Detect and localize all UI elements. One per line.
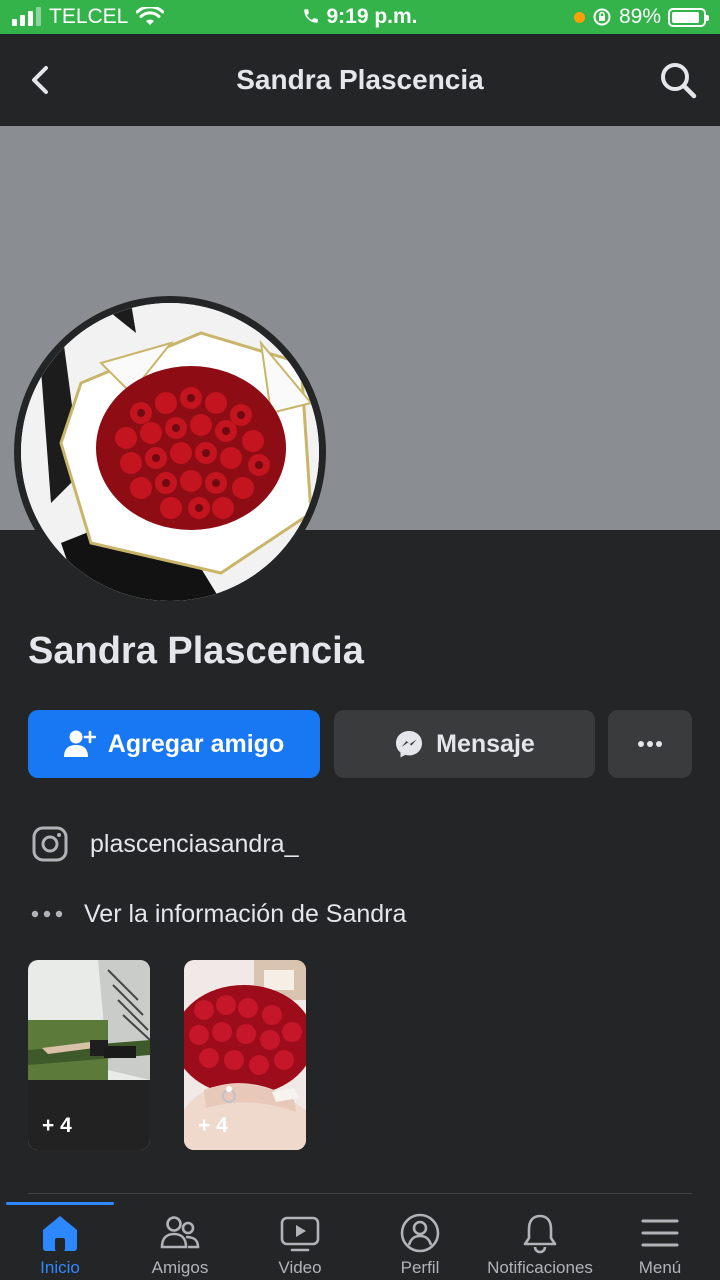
mic-indicator-icon <box>573 11 585 23</box>
tab-label: Notificaciones <box>487 1258 593 1277</box>
status-bar: TELCEL 9:19 p.m. 89% <box>0 0 720 34</box>
featured-highlights: + 4 + 4 <box>28 960 306 1150</box>
messenger-icon <box>396 731 423 758</box>
tab-home[interactable]: Inicio <box>0 1202 120 1280</box>
tab-label: Amigos <box>151 1258 209 1277</box>
highlight-card[interactable]: + 4 <box>184 960 306 1150</box>
friends-icon <box>160 1216 200 1249</box>
add-friend-label: Agregar amigo <box>107 729 285 758</box>
page-title: Sandra Plascencia <box>236 64 484 95</box>
status-right: 89% <box>573 5 709 29</box>
profile-actions: Agregar amigo Mensaje <box>28 710 692 778</box>
add-friend-button[interactable]: Agregar amigo <box>28 710 320 778</box>
message-label: Mensaje <box>436 729 535 758</box>
profile-avatar[interactable] <box>14 296 326 608</box>
rotation-lock-icon <box>593 8 611 26</box>
video-icon <box>280 1216 320 1252</box>
bell-icon <box>523 1214 557 1254</box>
tab-label: Inicio <box>40 1258 80 1277</box>
more-dots-icon <box>638 741 662 747</box>
menu-icon <box>641 1219 679 1247</box>
instagram-link[interactable]: plascenciasandra_ <box>30 824 298 864</box>
highlight-count: + 4 <box>198 1114 228 1137</box>
battery-icon <box>668 7 709 27</box>
bottom-tab-bar: Inicio Amigos Video Perfil Notificacione… <box>0 1202 720 1280</box>
instagram-handle: plascenciasandra_ <box>90 829 299 858</box>
home-icon <box>43 1216 77 1251</box>
more-options-button[interactable] <box>608 710 692 778</box>
profile-name: Sandra Plascencia <box>28 630 364 672</box>
tab-profile[interactable]: Perfil <box>360 1202 480 1280</box>
clock: 9:19 p.m. <box>326 5 418 28</box>
avatar-image <box>21 303 319 601</box>
battery-percent: 89% <box>618 5 661 28</box>
top-nav: Sandra Plascencia <box>0 34 720 126</box>
tab-label: Menú <box>638 1258 682 1277</box>
instagram-icon <box>32 826 68 862</box>
highlight-card[interactable]: + 4 <box>28 960 150 1150</box>
section-divider <box>28 1193 692 1194</box>
tab-label: Video <box>278 1258 322 1277</box>
roses-bouquet-image <box>21 303 319 601</box>
more-dots-icon <box>31 910 63 918</box>
tab-label: Perfil <box>400 1258 440 1277</box>
add-friend-icon <box>63 730 96 757</box>
message-button[interactable]: Mensaje <box>334 710 595 778</box>
tab-video[interactable]: Video <box>240 1202 360 1280</box>
see-info-link[interactable]: Ver la información de Sandra <box>30 896 406 932</box>
tab-notifications[interactable]: Notificaciones <box>480 1202 600 1280</box>
highlight-count: + 4 <box>42 1114 72 1137</box>
tab-friends[interactable]: Amigos <box>120 1202 240 1280</box>
phone-icon <box>304 9 319 23</box>
profile-icon <box>400 1213 440 1253</box>
search-icon[interactable] <box>656 58 700 102</box>
tab-menu[interactable]: Menú <box>600 1202 720 1280</box>
see-info-label: Ver la información de Sandra <box>84 899 407 928</box>
